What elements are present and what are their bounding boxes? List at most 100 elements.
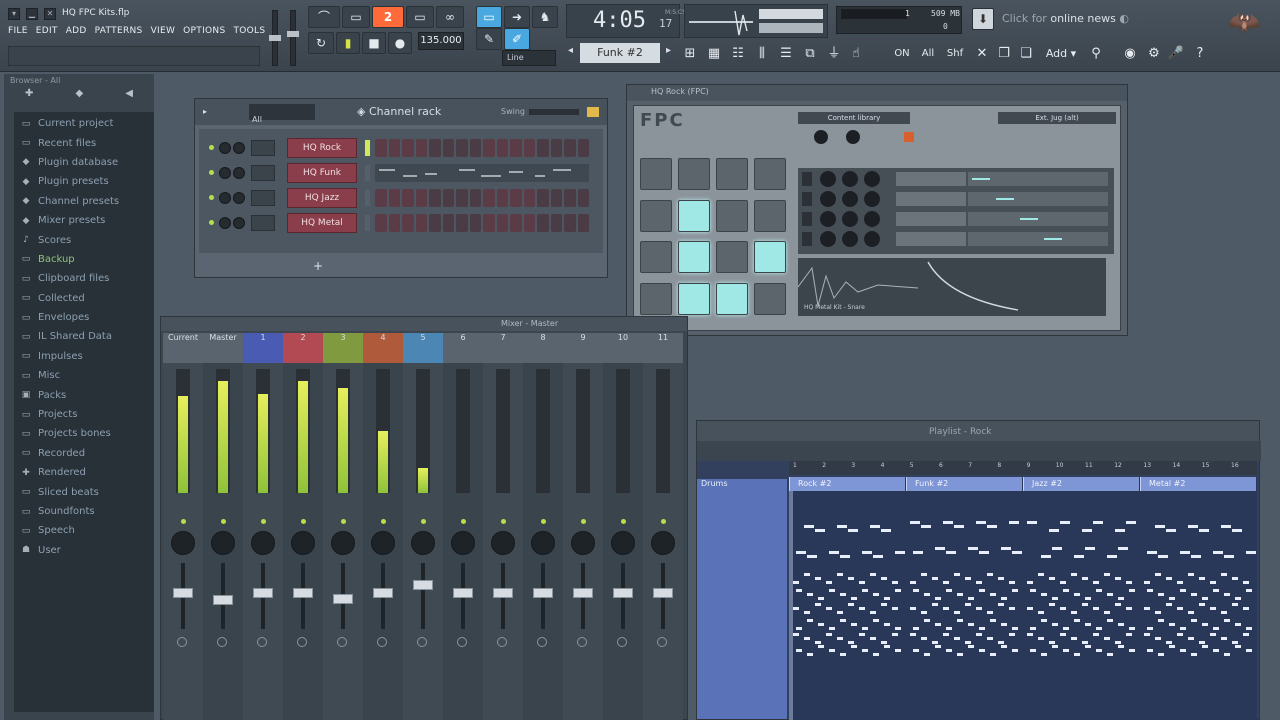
playlist-titlebar[interactable]: Playlist - Rock: [697, 421, 1259, 441]
fpc-titlebar[interactable]: HQ Rock (FPC): [627, 85, 1127, 101]
browser-item[interactable]: ✚ Rendered: [14, 463, 154, 482]
step-button[interactable]: [537, 214, 549, 232]
channel-volume-knob[interactable]: [233, 142, 245, 154]
volume-fader-handle[interactable]: [573, 588, 593, 598]
layer-range[interactable]: [968, 192, 1108, 206]
step-button[interactable]: [469, 214, 481, 232]
browser-item[interactable]: ◆ Channel presets: [14, 192, 154, 211]
volume-fader-handle[interactable]: [333, 594, 353, 604]
drum-pad[interactable]: [754, 282, 786, 315]
channel-mixer-track[interactable]: [251, 140, 275, 156]
mixer-pan-knob[interactable]: [571, 531, 595, 555]
browser-item[interactable]: ▭ Soundfonts: [14, 502, 154, 521]
window-menu-icon[interactable]: ▾: [8, 8, 20, 20]
mixer-strip[interactable]: 4: [363, 333, 403, 720]
mixer-strip-led[interactable]: [341, 519, 346, 524]
browser-item[interactable]: ▭ Sliced beats: [14, 482, 154, 501]
mixer-pan-knob[interactable]: [411, 531, 435, 555]
channel-rack-icon[interactable]: ☷: [728, 44, 748, 64]
step-button[interactable]: [456, 189, 468, 207]
step-button[interactable]: [388, 139, 400, 157]
prev-pattern-icon[interactable]: ◂: [568, 45, 573, 56]
layer-knob[interactable]: [820, 191, 836, 207]
step-button[interactable]: [469, 139, 481, 157]
master-volume-slider[interactable]: [269, 10, 281, 66]
route-send-icon[interactable]: [537, 637, 547, 647]
step-button[interactable]: [483, 189, 495, 207]
step-button[interactable]: [429, 214, 441, 232]
fpc-volume-knob[interactable]: [814, 130, 828, 144]
menu-item-file[interactable]: FILE: [8, 26, 28, 42]
channel-select-indicator[interactable]: [365, 165, 370, 181]
drum-pad[interactable]: [716, 199, 748, 232]
help-icon[interactable]: ?: [1190, 44, 1210, 64]
route-send-icon[interactable]: [497, 637, 507, 647]
mixer-strip[interactable]: 7: [483, 333, 523, 720]
swing-slider[interactable]: [529, 109, 579, 115]
browser-item[interactable]: ▭ IL Shared Data: [14, 327, 154, 346]
route-send-icon[interactable]: [177, 637, 187, 647]
browser-item[interactable]: ▣ Packs: [14, 385, 154, 404]
channel-mute-led[interactable]: [209, 195, 214, 200]
shift-button[interactable]: Shf: [942, 44, 968, 64]
step-button[interactable]: [415, 189, 427, 207]
volume-fader-handle[interactable]: [373, 588, 393, 598]
step-button[interactable]: [564, 139, 576, 157]
mixer-strip-led[interactable]: [381, 519, 386, 524]
channel-volume-knob[interactable]: [233, 192, 245, 204]
channel-pan-knob[interactable]: [219, 217, 231, 229]
step-edit-button[interactable]: ▭: [406, 6, 434, 28]
volume-fader-track[interactable]: [421, 563, 425, 629]
step-button[interactable]: [510, 139, 522, 157]
link-icon[interactable]: ⚲: [1086, 44, 1106, 64]
step-button[interactable]: [523, 189, 535, 207]
channel-name-button[interactable]: HQ Metal: [287, 213, 357, 233]
mixer-strip-led[interactable]: [421, 519, 426, 524]
step-button[interactable]: [537, 189, 549, 207]
volume-fader-handle[interactable]: [533, 588, 553, 598]
menu-item-view[interactable]: VIEW: [151, 26, 176, 42]
drum-pad[interactable]: [640, 158, 672, 190]
browser-item[interactable]: ▭ Impulses: [14, 347, 154, 366]
step-button[interactable]: [510, 189, 522, 207]
channel-pan-knob[interactable]: [219, 192, 231, 204]
play-button[interactable]: ▮: [336, 32, 360, 54]
mixer-strip[interactable]: 6: [443, 333, 483, 720]
drum-pad[interactable]: [678, 199, 710, 232]
drum-pad[interactable]: [678, 158, 710, 190]
mixer-pan-knob[interactable]: [611, 531, 635, 555]
mixer-strip[interactable]: Current: [163, 333, 203, 720]
channel-rack-led[interactable]: [587, 107, 599, 117]
browser-item[interactable]: ◆ Mixer presets: [14, 211, 154, 230]
close-icon[interactable]: ✕: [44, 8, 56, 20]
step-button[interactable]: [496, 214, 508, 232]
route-send-icon[interactable]: [617, 637, 627, 647]
browser-item[interactable]: ▭ Projects: [14, 405, 154, 424]
online-news-panel[interactable]: ⬇ Click for online news ◐: [970, 6, 1140, 34]
drum-pad[interactable]: [754, 241, 786, 273]
step-button[interactable]: [402, 214, 414, 232]
channel-mute-led[interactable]: [209, 220, 214, 225]
pattern-clip[interactable]: Funk #2: [906, 477, 1022, 491]
pattern-song-toggle[interactable]: ↻: [308, 32, 334, 54]
step-button[interactable]: [577, 139, 589, 157]
plugin-icon[interactable]: ⏚: [824, 44, 844, 64]
mixer-pan-knob[interactable]: [171, 531, 195, 555]
step-button[interactable]: [375, 189, 387, 207]
step-button[interactable]: [510, 214, 522, 232]
project-folder-icon[interactable]: ⧉: [800, 44, 820, 64]
mixer-strip-led[interactable]: [661, 519, 666, 524]
cpu-icon[interactable]: ◉: [1120, 44, 1140, 64]
record-button[interactable]: ●: [388, 32, 412, 54]
channel-mixer-track[interactable]: [251, 215, 275, 231]
copy-icon[interactable]: ❐: [994, 44, 1014, 64]
layer-knob[interactable]: [864, 231, 880, 247]
channel-pan-knob[interactable]: [219, 142, 231, 154]
mixer-pan-knob[interactable]: [331, 531, 355, 555]
mixer-strip[interactable]: 1: [243, 333, 283, 720]
piano-roll-icon[interactable]: ▦: [704, 44, 724, 64]
mini-piano-roll[interactable]: [375, 164, 589, 182]
volume-fader-handle[interactable]: [613, 588, 633, 598]
mixer-pan-knob[interactable]: [651, 531, 675, 555]
mixer-pan-knob[interactable]: [211, 531, 235, 555]
